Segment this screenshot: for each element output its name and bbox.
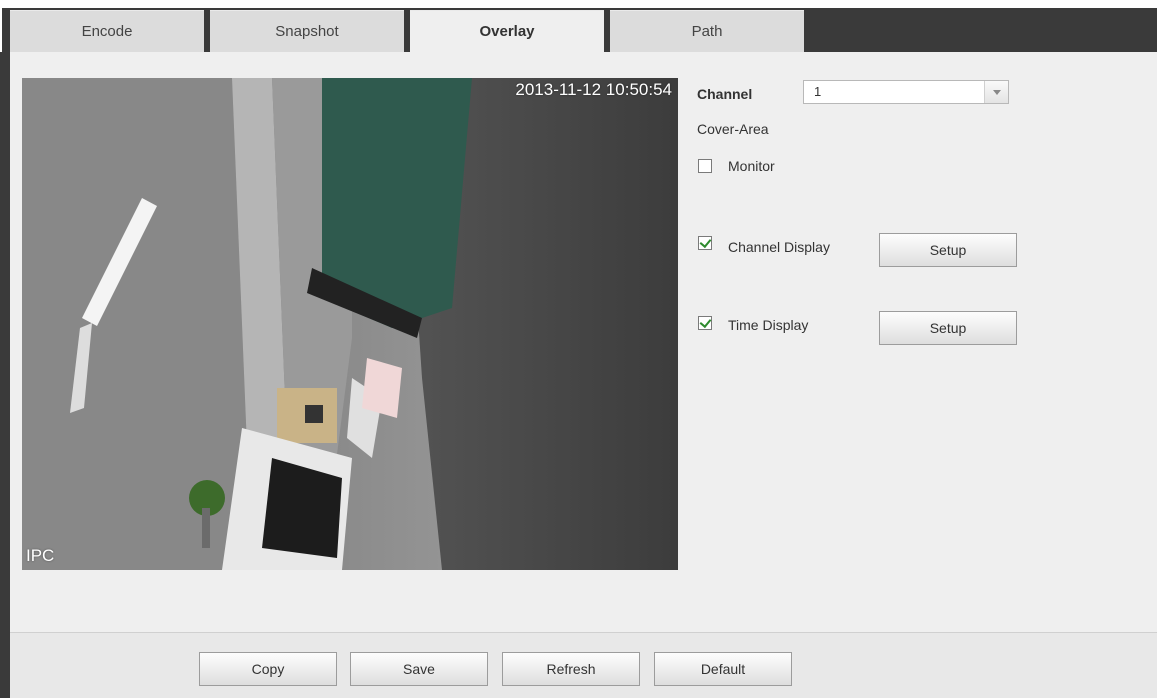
chevron-down-icon[interactable] [984,81,1008,103]
overlay-settings-window: Encode Snapshot Overlay Path 2013-11-12 … [0,0,1157,698]
video-preview: 2013-11-12 10:50:54 IPC [22,78,678,570]
channel-display-checkbox[interactable] [698,236,712,250]
channel-label: Channel [697,86,753,102]
time-display-setup-button[interactable]: Setup [879,311,1017,345]
monitor-label: Monitor [728,158,775,174]
camera-scene [22,78,678,570]
monitor-checkbox[interactable] [698,159,712,173]
channel-select[interactable]: 1 [803,80,1009,104]
tab-path[interactable]: Path [610,10,804,52]
tab-encode[interactable]: Encode [10,10,204,52]
video-channel-name: IPC [26,546,55,565]
cover-area-label: Cover-Area [697,121,769,137]
left-border [0,52,10,698]
copy-button[interactable]: Copy [199,652,337,686]
tab-snapshot[interactable]: Snapshot [210,10,404,52]
time-display-checkbox[interactable] [698,316,712,330]
channel-display-label: Channel Display [728,239,830,255]
video-timestamp: 2013-11-12 10:50:54 [515,80,672,99]
channel-display-setup-button[interactable]: Setup [879,233,1017,267]
refresh-button[interactable]: Refresh [502,652,640,686]
default-button[interactable]: Default [654,652,792,686]
channel-select-value: 1 [814,84,822,99]
tab-overlay[interactable]: Overlay [410,10,604,54]
save-button[interactable]: Save [350,652,488,686]
time-display-label: Time Display [728,317,809,333]
